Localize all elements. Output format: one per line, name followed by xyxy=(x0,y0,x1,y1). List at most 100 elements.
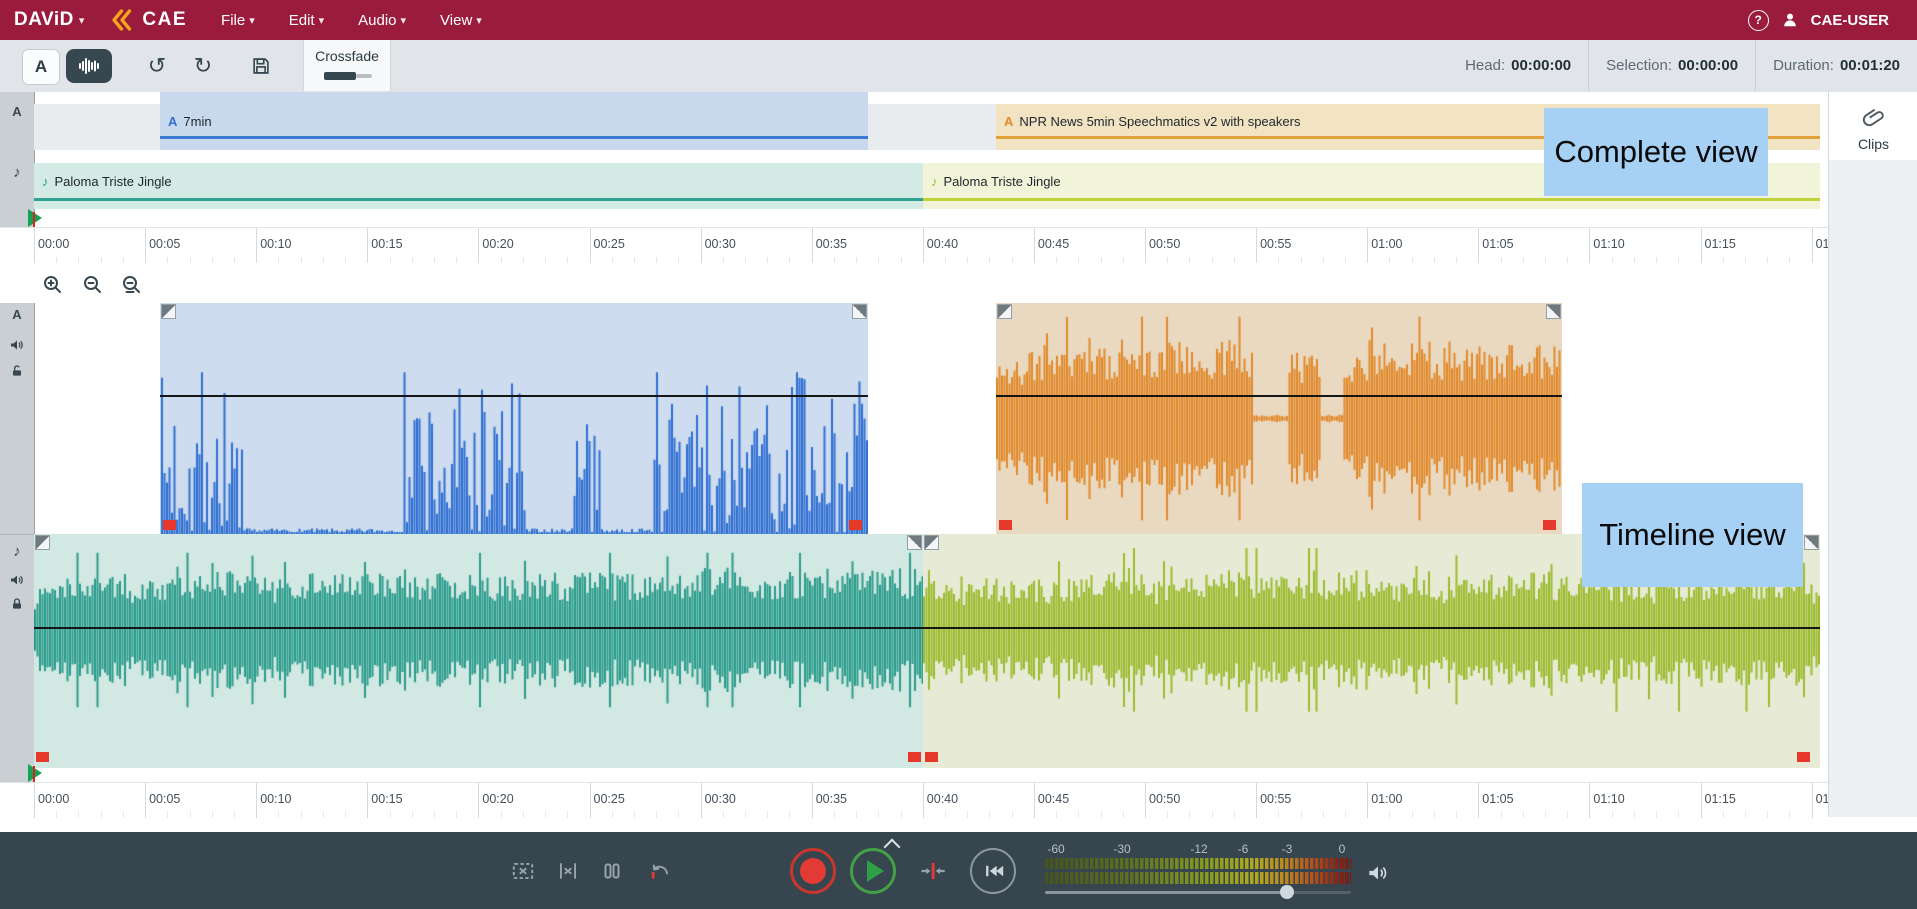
app-logo[interactable]: DAViD ▾ xyxy=(14,9,84,31)
clip-fade-handle-left[interactable] xyxy=(161,304,176,319)
timeline-ruler[interactable]: 00:0000:0500:1000:1500:2000:2500:3000:35… xyxy=(0,782,1828,818)
ruler-minor-tick xyxy=(501,811,502,818)
zoom-out-button[interactable] xyxy=(76,268,110,302)
ruler-label: 00:05 xyxy=(149,792,180,806)
crossfade-preview-light xyxy=(356,74,372,78)
clip-fade-handle-right[interactable] xyxy=(1804,535,1819,550)
menu-bar: File ▾ Edit ▾ Audio ▾ View ▾ xyxy=(221,12,482,29)
ruler-label: 00:15 xyxy=(371,237,402,251)
clip-edit-marker[interactable] xyxy=(849,520,862,530)
clip-fade-handle-left[interactable] xyxy=(997,304,1012,319)
ruler-tick xyxy=(812,228,813,264)
duration-time: Duration: 00:01:20 xyxy=(1756,57,1917,74)
gain-line[interactable] xyxy=(34,627,923,629)
ruler-minor-tick xyxy=(1434,811,1435,818)
monitor-speaker-button[interactable] xyxy=(1362,857,1394,889)
play-button[interactable] xyxy=(850,848,896,894)
crossfade-label: Crossfade xyxy=(304,48,390,64)
clip-edit-marker[interactable] xyxy=(925,752,938,762)
timeline-clip-7min[interactable] xyxy=(160,303,868,534)
undo-button[interactable]: ↺ xyxy=(140,49,174,83)
select-region-button[interactable] xyxy=(507,855,539,887)
split-clip-button[interactable] xyxy=(596,855,628,887)
waveform-view-button[interactable] xyxy=(66,49,112,83)
volume-slider-handle[interactable] xyxy=(1280,885,1294,899)
menu-audio-label: Audio xyxy=(358,12,396,29)
clip-fade-handle-right[interactable] xyxy=(907,535,922,550)
overview-ruler[interactable]: 00:0000:0500:1000:1500:2000:2500:3000:35… xyxy=(0,227,1828,264)
ruler-label: 00:30 xyxy=(705,237,736,251)
overview-playhead-cursor[interactable] xyxy=(28,209,42,227)
clip-edit-marker[interactable] xyxy=(1797,752,1810,762)
volume-slider[interactable] xyxy=(1045,891,1351,894)
gain-line[interactable] xyxy=(160,395,868,397)
gain-line[interactable] xyxy=(923,627,1820,629)
undo-to-marker-button[interactable] xyxy=(644,855,676,887)
play-icon xyxy=(867,860,884,882)
ruler-tick xyxy=(923,228,924,264)
crossfade-button[interactable]: Crossfade xyxy=(303,40,391,91)
menu-edit[interactable]: Edit ▾ xyxy=(289,12,324,29)
menu-edit-label: Edit xyxy=(289,12,315,29)
clips-panel-label: Clips xyxy=(1829,136,1917,152)
overview-clip-7min[interactable]: A 7min xyxy=(160,92,868,150)
menu-view-label: View xyxy=(440,12,472,29)
menu-view[interactable]: View ▾ xyxy=(440,12,482,29)
timeline-clip-npr[interactable] xyxy=(996,303,1562,534)
clip-edit-marker[interactable] xyxy=(908,752,921,762)
duration-value: 00:01:20 xyxy=(1840,57,1900,74)
clip-type-icon: A xyxy=(168,114,177,129)
save-button[interactable] xyxy=(244,49,278,83)
user-icon[interactable] xyxy=(1780,10,1800,30)
timeline-clip-jingle1[interactable] xyxy=(34,534,923,768)
ruler-label: 00:10 xyxy=(260,792,291,806)
text-view-button[interactable]: A xyxy=(22,49,60,85)
timeline-playhead-cursor[interactable] xyxy=(28,764,42,782)
clip-fade-handle-right[interactable] xyxy=(852,304,867,319)
ruler-minor-tick xyxy=(678,811,679,818)
ruler-tick xyxy=(590,783,591,818)
track2-mute-button[interactable] xyxy=(0,571,34,589)
track1-unlock-button[interactable] xyxy=(0,363,34,379)
clip-edit-marker[interactable] xyxy=(163,520,176,530)
track1-mute-button[interactable] xyxy=(0,336,34,354)
ruler-minor-tick xyxy=(1545,811,1546,818)
record-button[interactable] xyxy=(790,848,836,894)
goto-marker-button[interactable] xyxy=(911,849,955,893)
zoom-fit-button[interactable] xyxy=(115,268,149,302)
clip-type-icon: ♪ xyxy=(42,174,49,189)
crossfade-preview xyxy=(324,72,356,80)
cut-selection-button[interactable] xyxy=(552,855,584,887)
ruler-tick xyxy=(1701,228,1702,264)
help-icon[interactable]: ? xyxy=(1748,10,1769,31)
menu-audio[interactable]: Audio ▾ xyxy=(358,12,406,29)
paperclip-icon xyxy=(1858,102,1889,133)
skip-to-start-button[interactable] xyxy=(970,848,1016,894)
app-window: DAViD ▾ CAE File ▾ Edit ▾ Audio ▾ View xyxy=(0,0,1917,909)
ruler-minor-tick xyxy=(834,811,835,818)
ruler-minor-tick xyxy=(1189,811,1190,818)
redo-button[interactable]: ↻ xyxy=(186,49,220,83)
meter-scale-label: -12 xyxy=(1190,842,1207,856)
overview-track-music-label: ♪ xyxy=(0,164,34,181)
clip-edit-marker[interactable] xyxy=(36,752,49,762)
menu-file[interactable]: File ▾ xyxy=(221,12,255,29)
clip-edit-marker[interactable] xyxy=(999,520,1012,530)
ruler-minor-tick xyxy=(1745,811,1746,818)
clips-panel-button[interactable]: Clips xyxy=(1829,92,1917,160)
zoom-in-button[interactable] xyxy=(36,268,70,302)
annotation-text: Complete view xyxy=(1554,134,1757,170)
ruler-label: 01:10 xyxy=(1593,792,1624,806)
clip-fade-handle-right[interactable] xyxy=(1546,304,1561,319)
ruler-tick xyxy=(478,228,479,264)
unlock-icon xyxy=(9,363,25,379)
ruler-label: 00:45 xyxy=(1038,237,1069,251)
overview-clip-jingle1[interactable]: ♪ Paloma Triste Jingle xyxy=(34,163,923,209)
ruler-tick xyxy=(367,228,368,264)
clip-fade-handle-left[interactable] xyxy=(924,535,939,550)
track2-lock-button[interactable] xyxy=(0,596,34,612)
ruler-label: 01:05 xyxy=(1482,792,1513,806)
clip-edit-marker[interactable] xyxy=(1543,520,1556,530)
clip-fade-handle-left[interactable] xyxy=(35,535,50,550)
gain-line[interactable] xyxy=(996,395,1562,397)
